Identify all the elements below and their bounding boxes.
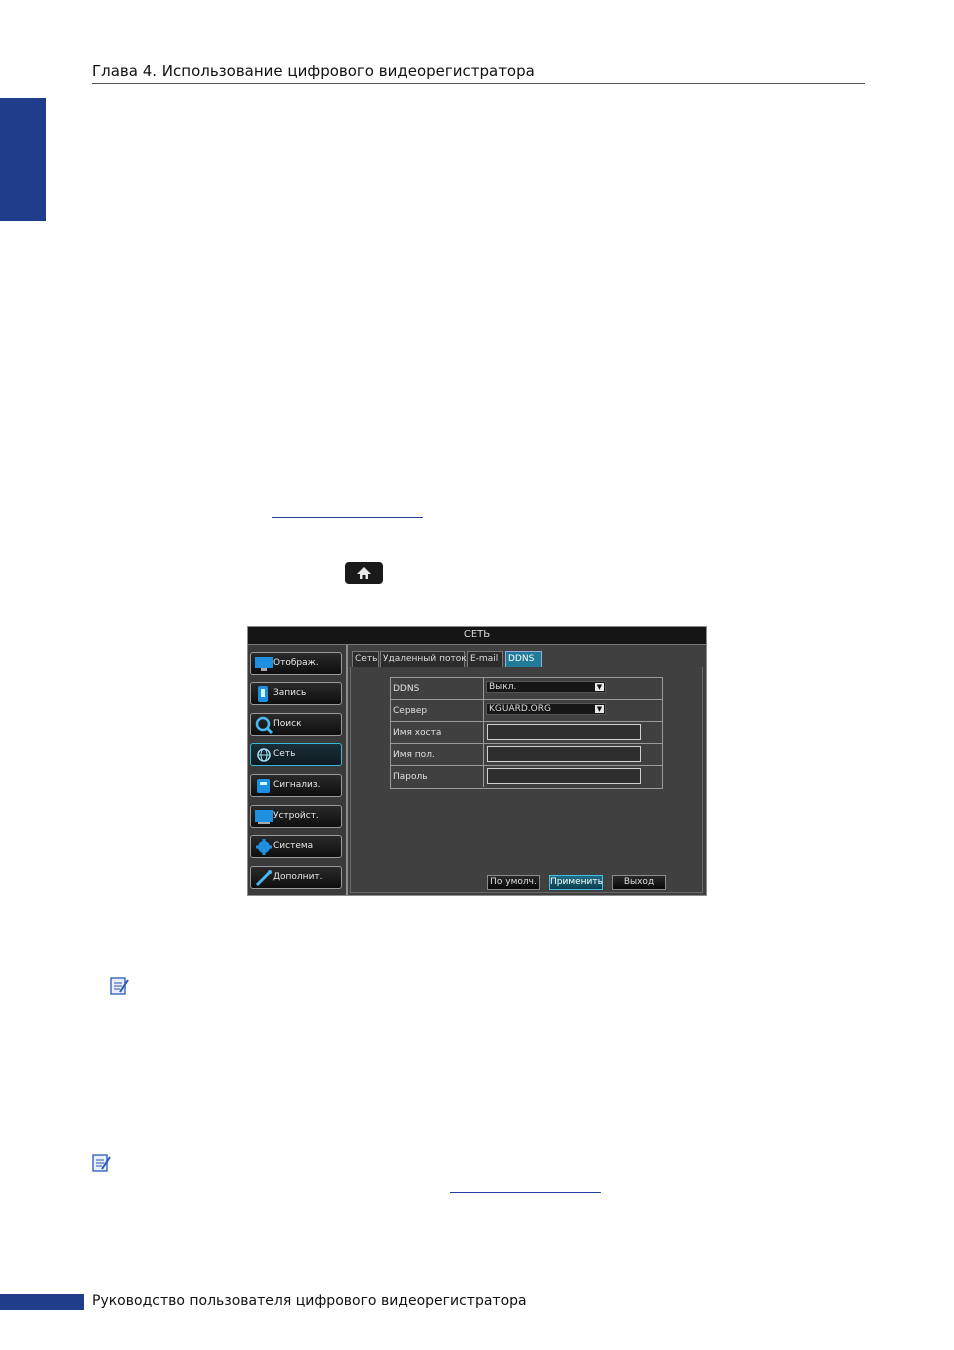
- wrench-icon: [255, 870, 272, 887]
- search-icon: [255, 716, 274, 734]
- menu-item-network[interactable]: Сеть: [250, 743, 342, 766]
- menu-item-search[interactable]: Поиск: [250, 713, 342, 736]
- menu-item-advanced[interactable]: Дополнит.: [250, 866, 342, 889]
- home-button[interactable]: [345, 562, 383, 584]
- hostname-row: Имя хоста: [391, 722, 662, 744]
- username-field[interactable]: [487, 746, 641, 762]
- tab-remote-stream[interactable]: Удаленный поток: [380, 651, 467, 667]
- hyperlink-underline[interactable]: [450, 1192, 601, 1193]
- home-icon: [357, 567, 371, 579]
- globe-icon: [257, 748, 271, 762]
- tab-network[interactable]: Сеть: [352, 651, 379, 667]
- menu-label: Сигнализ.: [273, 780, 321, 790]
- menu-item-system[interactable]: Система: [250, 835, 342, 858]
- tab-email[interactable]: E-mail: [467, 651, 503, 667]
- ddns-select[interactable]: Выкл. ▼: [486, 681, 606, 693]
- monitor-icon: [255, 657, 273, 671]
- password-field[interactable]: [487, 768, 641, 784]
- dvr-window-title: СЕТЬ: [463, 629, 491, 640]
- username-label: Имя пол.: [391, 744, 484, 765]
- note-icon: [110, 977, 129, 995]
- alarm-icon: [257, 779, 270, 793]
- menu-item-device[interactable]: Устройст.: [250, 805, 342, 828]
- hostname-field[interactable]: [487, 724, 641, 740]
- server-row: Сервер KGUARD.ORG ▼: [391, 700, 662, 722]
- password-label: Пароль: [391, 766, 484, 787]
- menu-label: Сеть: [273, 749, 296, 759]
- hostname-label: Имя хоста: [391, 722, 484, 743]
- ddns-row: DDNS Выкл. ▼: [391, 678, 662, 700]
- header-divider: [92, 83, 865, 84]
- ddns-settings-table: DDNS Выкл. ▼ Сервер KGUARD.ORG ▼ Имя хос…: [390, 677, 663, 789]
- tab-ddns[interactable]: DDNS: [505, 651, 542, 667]
- gear-icon: [256, 839, 272, 855]
- server-value: KGUARD.ORG: [489, 704, 551, 714]
- note-icon: [92, 1154, 111, 1172]
- menu-label: Запись: [273, 688, 307, 698]
- menu-item-alarm[interactable]: Сигнализ.: [250, 774, 342, 797]
- dvr-main-menu: Отображ. Запись Поиск Сеть Сигнализ. Уст…: [248, 645, 348, 895]
- chapter-side-tab: [0, 98, 46, 221]
- footer-text: Руководство пользователя цифрового видео…: [92, 1293, 527, 1309]
- menu-label: Система: [273, 841, 314, 851]
- ddns-value: Выкл.: [489, 682, 517, 692]
- menu-label: Дополнит.: [273, 872, 323, 882]
- chapter-title: Глава 4. Использование цифрового видеоре…: [92, 62, 535, 80]
- exit-button[interactable]: Выход: [612, 875, 666, 890]
- server-label: Сервер: [391, 700, 484, 721]
- hyperlink-underline[interactable]: [272, 517, 423, 518]
- password-row: Пароль: [391, 766, 662, 788]
- menu-label: Устройст.: [273, 811, 319, 821]
- dvr-titlebar: СЕТЬ: [248, 627, 706, 645]
- device-icon: [255, 810, 273, 824]
- default-button[interactable]: По умолч.: [487, 875, 540, 890]
- server-select[interactable]: KGUARD.ORG ▼: [486, 703, 606, 715]
- chevron-down-icon: ▼: [595, 705, 604, 713]
- menu-item-record[interactable]: Запись: [250, 682, 342, 705]
- menu-label: Поиск: [273, 719, 302, 729]
- footer-bar: [0, 1294, 84, 1310]
- record-icon: [258, 686, 268, 702]
- ddns-label: DDNS: [391, 678, 484, 699]
- username-row: Имя пол.: [391, 744, 662, 766]
- chevron-down-icon: ▼: [595, 683, 604, 691]
- menu-item-display[interactable]: Отображ.: [250, 652, 342, 675]
- dvr-network-screen: СЕТЬ Отображ. Запись Поиск Сеть Сигнализ…: [247, 626, 707, 896]
- apply-button[interactable]: Применить: [549, 875, 603, 890]
- menu-label: Отображ.: [273, 658, 319, 668]
